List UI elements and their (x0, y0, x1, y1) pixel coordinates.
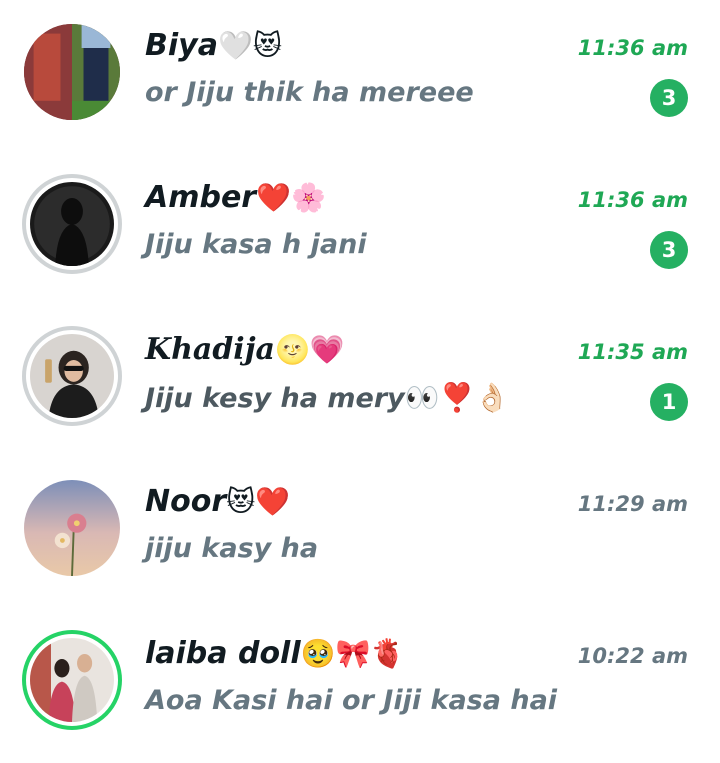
chat-row-laiba-doll[interactable]: laiba doll🥹🎀🫀 Aoa Kasi hai or Jiji kasa … (0, 608, 720, 760)
last-message-preview: or Jiju thik ha mereee (145, 77, 474, 108)
contact-name: laiba doll🥹🎀🫀 (145, 636, 405, 671)
message-time: 11:36 am (577, 36, 688, 60)
chat-row-biya[interactable]: Biya🤍😻 or Jiju thik ha mereee 11:36 am 3 (0, 0, 720, 152)
contact-name-text: laiba doll (145, 636, 301, 671)
contact-name: Biya🤍😻 (145, 28, 282, 63)
contact-photo-icon (24, 480, 120, 576)
chat-list: Biya🤍😻 or Jiju thik ha mereee 11:36 am 3… (0, 0, 720, 763)
last-message-preview: Aoa Kasi hai or Jiji kasa hai (145, 685, 558, 716)
message-time: 11:35 am (577, 340, 688, 364)
name-emoji: ❤️🌸 (256, 181, 326, 214)
unread-count-badge: 3 (650, 79, 688, 117)
name-emoji: 🤍😻 (217, 29, 283, 62)
name-emoji: 🌝💗 (275, 333, 345, 366)
message-time: 11:29 am (577, 492, 688, 516)
name-emoji: 😻❤️ (226, 485, 291, 518)
contact-photo-icon (30, 182, 114, 266)
message-emoji: 👀❣️👌🏻 (404, 381, 510, 414)
chat-row-noor[interactable]: Noor😻❤️ jiju kasy ha 11:29 am (0, 456, 720, 608)
contact-photo-icon (24, 24, 120, 120)
name-emoji: 🥹🎀🫀 (300, 637, 406, 670)
contact-photo-icon (30, 638, 114, 722)
last-message-preview: jiju kasy ha (145, 533, 319, 564)
unread-count-badge: 1 (650, 383, 688, 421)
contact-name-text: Khadija (145, 332, 275, 367)
contact-name: Noor😻❤️ (145, 484, 290, 519)
contact-name-text: Amber (145, 180, 257, 215)
message-time: 11:36 am (577, 188, 688, 212)
contact-name: Amber❤️🌸 (145, 180, 326, 215)
chat-row-amber[interactable]: Amber❤️🌸 Jiju kasa h jani 11:36 am 3 (0, 152, 720, 304)
contact-name: Khadija🌝💗 (145, 332, 345, 367)
avatar[interactable] (22, 326, 122, 426)
avatar[interactable] (22, 478, 122, 578)
last-message-preview: Jiju kasa h jani (145, 229, 367, 260)
contact-name-text: Noor (145, 484, 227, 519)
last-message-text: Jiju kesy ha mery (145, 383, 405, 414)
last-message-preview: Jiju kesy ha mery👀❣️👌🏻 (145, 381, 509, 414)
contact-photo-icon (30, 334, 114, 418)
avatar[interactable] (22, 630, 122, 730)
avatar[interactable] (22, 174, 122, 274)
contact-name-text: Biya (145, 28, 218, 63)
unread-count-badge: 3 (650, 231, 688, 269)
avatar[interactable] (22, 22, 122, 122)
message-time: 10:22 am (577, 644, 688, 668)
chat-row-khadija[interactable]: Khadija🌝💗 Jiju kesy ha mery👀❣️👌🏻 11:35 a… (0, 304, 720, 456)
